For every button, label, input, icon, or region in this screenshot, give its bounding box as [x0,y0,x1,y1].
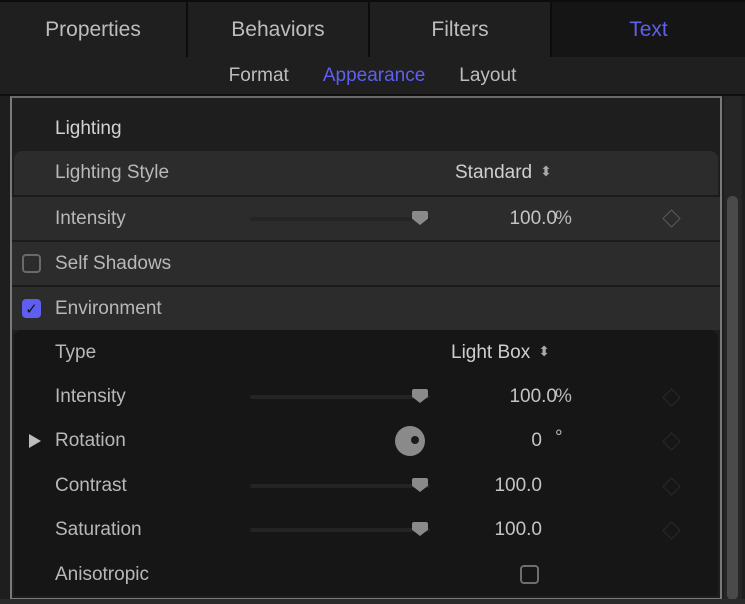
lighting-intensity-unit: % [555,207,572,229]
tab-behaviors[interactable]: Behaviors [188,2,368,57]
environment-intensity-row: Intensity 100.0 % [12,375,720,419]
tab-filters[interactable]: Filters [370,2,550,57]
popup-chevron-icon: ⬍ [540,163,552,179]
keyframe-diamond-icon[interactable] [662,388,681,407]
environment-row: ✓ Environment [12,287,720,330]
contrast-value[interactable]: 100.0 [494,475,542,497]
disclosure-triangle-icon[interactable] [29,434,41,448]
contrast-label: Contrast [55,475,127,496]
environment-intensity-unit: % [555,386,572,407]
anisotropic-row: Anisotropic [12,553,720,597]
environment-type-value: Light Box [451,342,531,363]
slider-knob[interactable] [412,389,428,403]
keyframe-diamond-icon[interactable] [662,432,681,451]
rotation-row: Rotation 0 ° [12,419,720,463]
environment-type-popup[interactable]: Light Box ⬍ [451,342,550,364]
self-shadows-label: Self Shadows [55,252,172,274]
contrast-row: Contrast 100.0 [12,464,720,508]
lighting-intensity-row: Intensity 100.0 % [12,197,720,240]
lighting-intensity-value[interactable]: 100.0 [509,208,557,230]
subtab-format[interactable]: Format [229,65,289,87]
environment-intensity-value[interactable]: 100.0 [509,386,557,408]
self-shadows-checkbox[interactable] [22,254,41,273]
text-subtabs: Format Appearance Layout [0,57,745,94]
environment-intensity-slider[interactable] [250,389,430,403]
slider-knob[interactable] [412,478,428,492]
environment-type-label: Type [55,342,97,363]
lighting-section-header[interactable]: Lighting [12,107,720,151]
popup-chevron-icon: ⬍ [538,343,550,359]
lighting-intensity-label: Intensity [55,207,126,229]
checkmark-icon: ✓ [25,300,38,318]
keyframe-diamond-icon[interactable] [662,477,681,496]
anisotropic-checkbox[interactable] [520,565,539,584]
saturation-row: Saturation 100.0 [12,508,720,552]
lighting-header-label: Lighting [55,118,122,139]
rotation-unit: ° [555,427,563,448]
slider-knob[interactable] [412,211,428,225]
rotation-dial[interactable] [395,426,425,456]
inspector-tabs: Properties Behaviors Filters Text [0,0,745,57]
lighting-intensity-slider[interactable] [250,211,430,225]
rotation-label: Rotation [55,430,126,451]
vertical-scrollbar[interactable] [724,96,742,602]
environment-type-row: Type Light Box ⬍ [12,331,720,375]
tab-text[interactable]: Text [552,2,745,57]
dial-indicator [411,436,419,444]
divider [0,599,745,604]
environment-checkbox[interactable]: ✓ [22,299,41,318]
anisotropic-label: Anisotropic [55,564,149,585]
saturation-value[interactable]: 100.0 [494,519,542,541]
keyframe-diamond-icon[interactable] [662,521,681,540]
self-shadows-row: Self Shadows [12,242,720,285]
lighting-style-popup[interactable]: Standard ⬍ [455,162,552,184]
subtab-appearance[interactable]: Appearance [323,65,425,87]
keyframe-diamond-icon[interactable] [662,209,681,228]
contrast-slider[interactable] [250,478,430,492]
saturation-label: Saturation [55,519,142,540]
lighting-style-row: Lighting Style Standard ⬍ [14,151,718,195]
subtab-layout[interactable]: Layout [459,65,516,87]
lighting-style-value: Standard [455,162,533,183]
rotation-value[interactable]: 0 [531,430,542,452]
slider-knob[interactable] [412,522,428,536]
saturation-slider[interactable] [250,522,430,536]
lighting-style-label: Lighting Style [55,162,170,183]
tab-properties[interactable]: Properties [0,2,186,57]
environment-intensity-label: Intensity [55,386,126,407]
scrollbar-thumb[interactable] [727,196,738,600]
environment-label: Environment [55,297,162,319]
